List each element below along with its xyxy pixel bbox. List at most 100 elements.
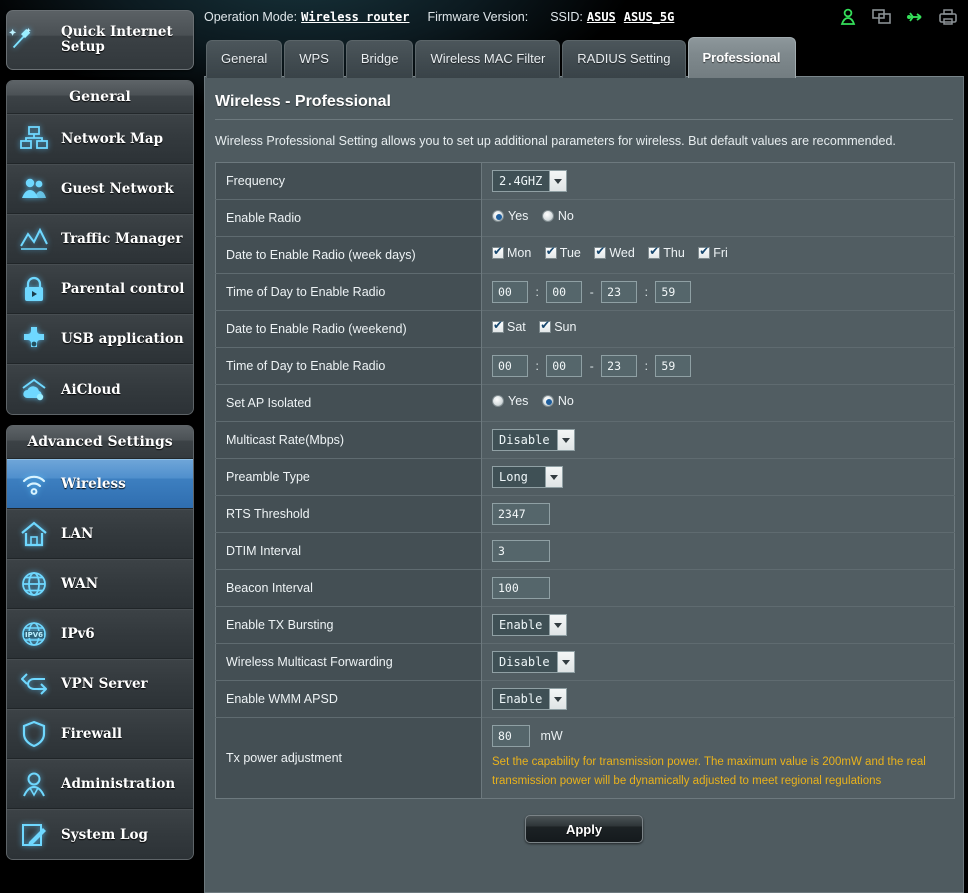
frequency-select[interactable]: 2.4GHZ [492, 170, 568, 192]
checkbox-sat[interactable]: Sat [492, 318, 526, 334]
checkbox-sun[interactable]: Sun [539, 318, 576, 334]
tab-general[interactable]: General [206, 40, 283, 78]
wmm-apsd-label: Enable WMM APSD [215, 680, 482, 718]
sidebar-item-administration[interactable]: Administration [7, 759, 193, 809]
checkbox-tue[interactable]: Tue [544, 244, 581, 260]
sidebar-item-label: System Log [61, 826, 148, 843]
checkbox-label: Mon [507, 246, 532, 260]
tab-radius-setting[interactable]: RADIUS Setting [562, 40, 686, 78]
tab-wps[interactable]: WPS [284, 40, 344, 78]
ssid-value-5g[interactable]: ASUS_5G [624, 10, 675, 24]
printer-icon[interactable] [938, 8, 958, 26]
sidebar-item-lan[interactable]: LAN [7, 509, 193, 559]
rts-threshold-input[interactable]: 2347 [492, 503, 550, 525]
sidebar-item-system-log[interactable]: System Log [7, 809, 193, 859]
sidebar-item-aicloud[interactable]: AiCloud [7, 364, 193, 414]
advanced-settings-header: Advanced Settings [7, 426, 193, 459]
user-icon[interactable] [839, 8, 859, 26]
tx-power-hint: Set the capability for transmission powe… [492, 756, 926, 787]
sidebar-item-label: AiCloud [61, 381, 121, 398]
ap-isolated-no[interactable]: No [541, 394, 574, 408]
enable-radio-no[interactable]: No [541, 209, 574, 223]
preamble-type-select[interactable]: Long [492, 466, 563, 488]
weekday-end-minute-input[interactable]: 59 [655, 281, 692, 303]
network-clients-icon[interactable] [872, 8, 892, 26]
sidebar-item-parental-control[interactable]: Parental control [7, 264, 193, 314]
sidebar-item-wan[interactable]: WAN [7, 559, 193, 609]
checkbox-label: Thu [663, 246, 685, 260]
sidebar-item-label: Administration [61, 776, 176, 792]
lan-icon [7, 519, 61, 549]
checkbox-label: Wed [609, 246, 635, 260]
checkbox-mon[interactable]: Mon [492, 244, 532, 260]
radio-label: No [557, 394, 574, 408]
table-row-time-weekend: Time of Day to Enable Radio 00 : 00 - 23… [215, 347, 955, 385]
tx-power-unit: mW [540, 729, 563, 744]
tab-wireless-mac-filter[interactable]: Wireless MAC Filter [415, 40, 561, 78]
professional-settings-table: Frequency 2.4GHZ Enable Radio Yes No Dat… [215, 162, 955, 799]
guest-network-icon [7, 174, 61, 204]
page-description: Wireless Professional Setting allows you… [215, 134, 896, 148]
weekday-start-minute-input[interactable]: 00 [546, 281, 583, 303]
beacon-interval-label: Beacon Interval [215, 569, 482, 607]
table-row-tx-power: Tx power adjustment 80 mW Set the capabi… [215, 717, 955, 799]
usb-icon[interactable] [905, 8, 925, 26]
sidebar-item-guest-network[interactable]: Guest Network [7, 164, 193, 214]
wmm-apsd-select[interactable]: Enable [492, 688, 568, 710]
wan-icon [7, 569, 61, 599]
rts-threshold-label: RTS Threshold [215, 495, 482, 533]
operation-mode-value[interactable]: Wireless router [301, 10, 409, 24]
sidebar-item-ipv6[interactable]: IPV6 IPv6 [7, 609, 193, 659]
weekend-start-minute-input[interactable]: 00 [546, 355, 583, 377]
table-row-beacon-interval: Beacon Interval 100 [215, 569, 955, 607]
sidebar-item-vpn-server[interactable]: VPN Server [7, 659, 193, 709]
multicast-forwarding-label: Wireless Multicast Forwarding [215, 643, 482, 681]
apply-button[interactable]: Apply [525, 815, 643, 843]
weekday-end-hour-input[interactable]: 23 [601, 281, 638, 303]
time-colon: : [535, 285, 539, 300]
sidebar-item-label: IPv6 [61, 626, 95, 642]
usb-application-icon [7, 324, 61, 354]
checkbox-wed[interactable]: Wed [594, 244, 635, 260]
page-title: Wireless - Professional [215, 93, 391, 110]
weekend-end-hour-input[interactable]: 23 [601, 355, 638, 377]
tx-bursting-select[interactable]: Enable [492, 614, 568, 636]
tx-bursting-value: Enable [499, 618, 543, 632]
table-row-dtim-interval: DTIM Interval 3 [215, 532, 955, 570]
sidebar-item-wireless[interactable]: Wireless [7, 459, 193, 509]
quick-internet-setup-button[interactable]: Quick Internet Setup [6, 10, 194, 70]
enable-radio-yes[interactable]: Yes [492, 209, 528, 223]
tx-power-input[interactable]: 80 [492, 725, 530, 747]
dtim-interval-input[interactable]: 3 [492, 540, 550, 562]
multicast-forwarding-select[interactable]: Disable [492, 651, 575, 673]
chevron-down-icon [545, 467, 562, 487]
tx-power-label: Tx power adjustment [215, 717, 482, 799]
vpn-server-icon [7, 669, 61, 699]
tab-bridge[interactable]: Bridge [345, 40, 414, 78]
sidebar-item-firewall[interactable]: Firewall [7, 709, 193, 759]
checkbox-thu[interactable]: Thu [648, 244, 685, 260]
checkbox-fri[interactable]: Fri [698, 244, 728, 260]
sidebar-item-traffic-manager[interactable]: Traffic Manager [7, 214, 193, 264]
checkbox-label: Fri [713, 246, 728, 260]
sidebar-item-network-map[interactable]: Network Map [7, 114, 193, 164]
ap-isolated-label: Set AP Isolated [215, 384, 482, 422]
tab-professional[interactable]: Professional [687, 37, 796, 78]
ap-isolated-yes[interactable]: Yes [492, 394, 528, 408]
time-colon: : [535, 359, 539, 374]
sidebar: Quick Internet Setup General Network Map… [0, 0, 200, 893]
weekend-start-hour-input[interactable]: 00 [492, 355, 528, 377]
ssid-value-24g[interactable]: ASUS [587, 10, 616, 24]
sidebar-item-usb-application[interactable]: USB application [7, 314, 193, 364]
topbar-icon-group [839, 8, 968, 26]
administration-icon [7, 769, 61, 799]
weekday-start-hour-input[interactable]: 00 [492, 281, 528, 303]
multicast-rate-select[interactable]: Disable [492, 429, 575, 451]
time-weekdays-label: Time of Day to Enable Radio [215, 273, 482, 311]
general-menu-block: General Network Map Guest Network Traffi… [6, 80, 194, 415]
weekend-end-minute-input[interactable]: 59 [655, 355, 692, 377]
table-row-frequency: Frequency 2.4GHZ [215, 162, 955, 200]
router-admin-page: Quick Internet Setup General Network Map… [0, 0, 968, 893]
beacon-interval-input[interactable]: 100 [492, 577, 550, 599]
time-colon: : [644, 285, 648, 300]
